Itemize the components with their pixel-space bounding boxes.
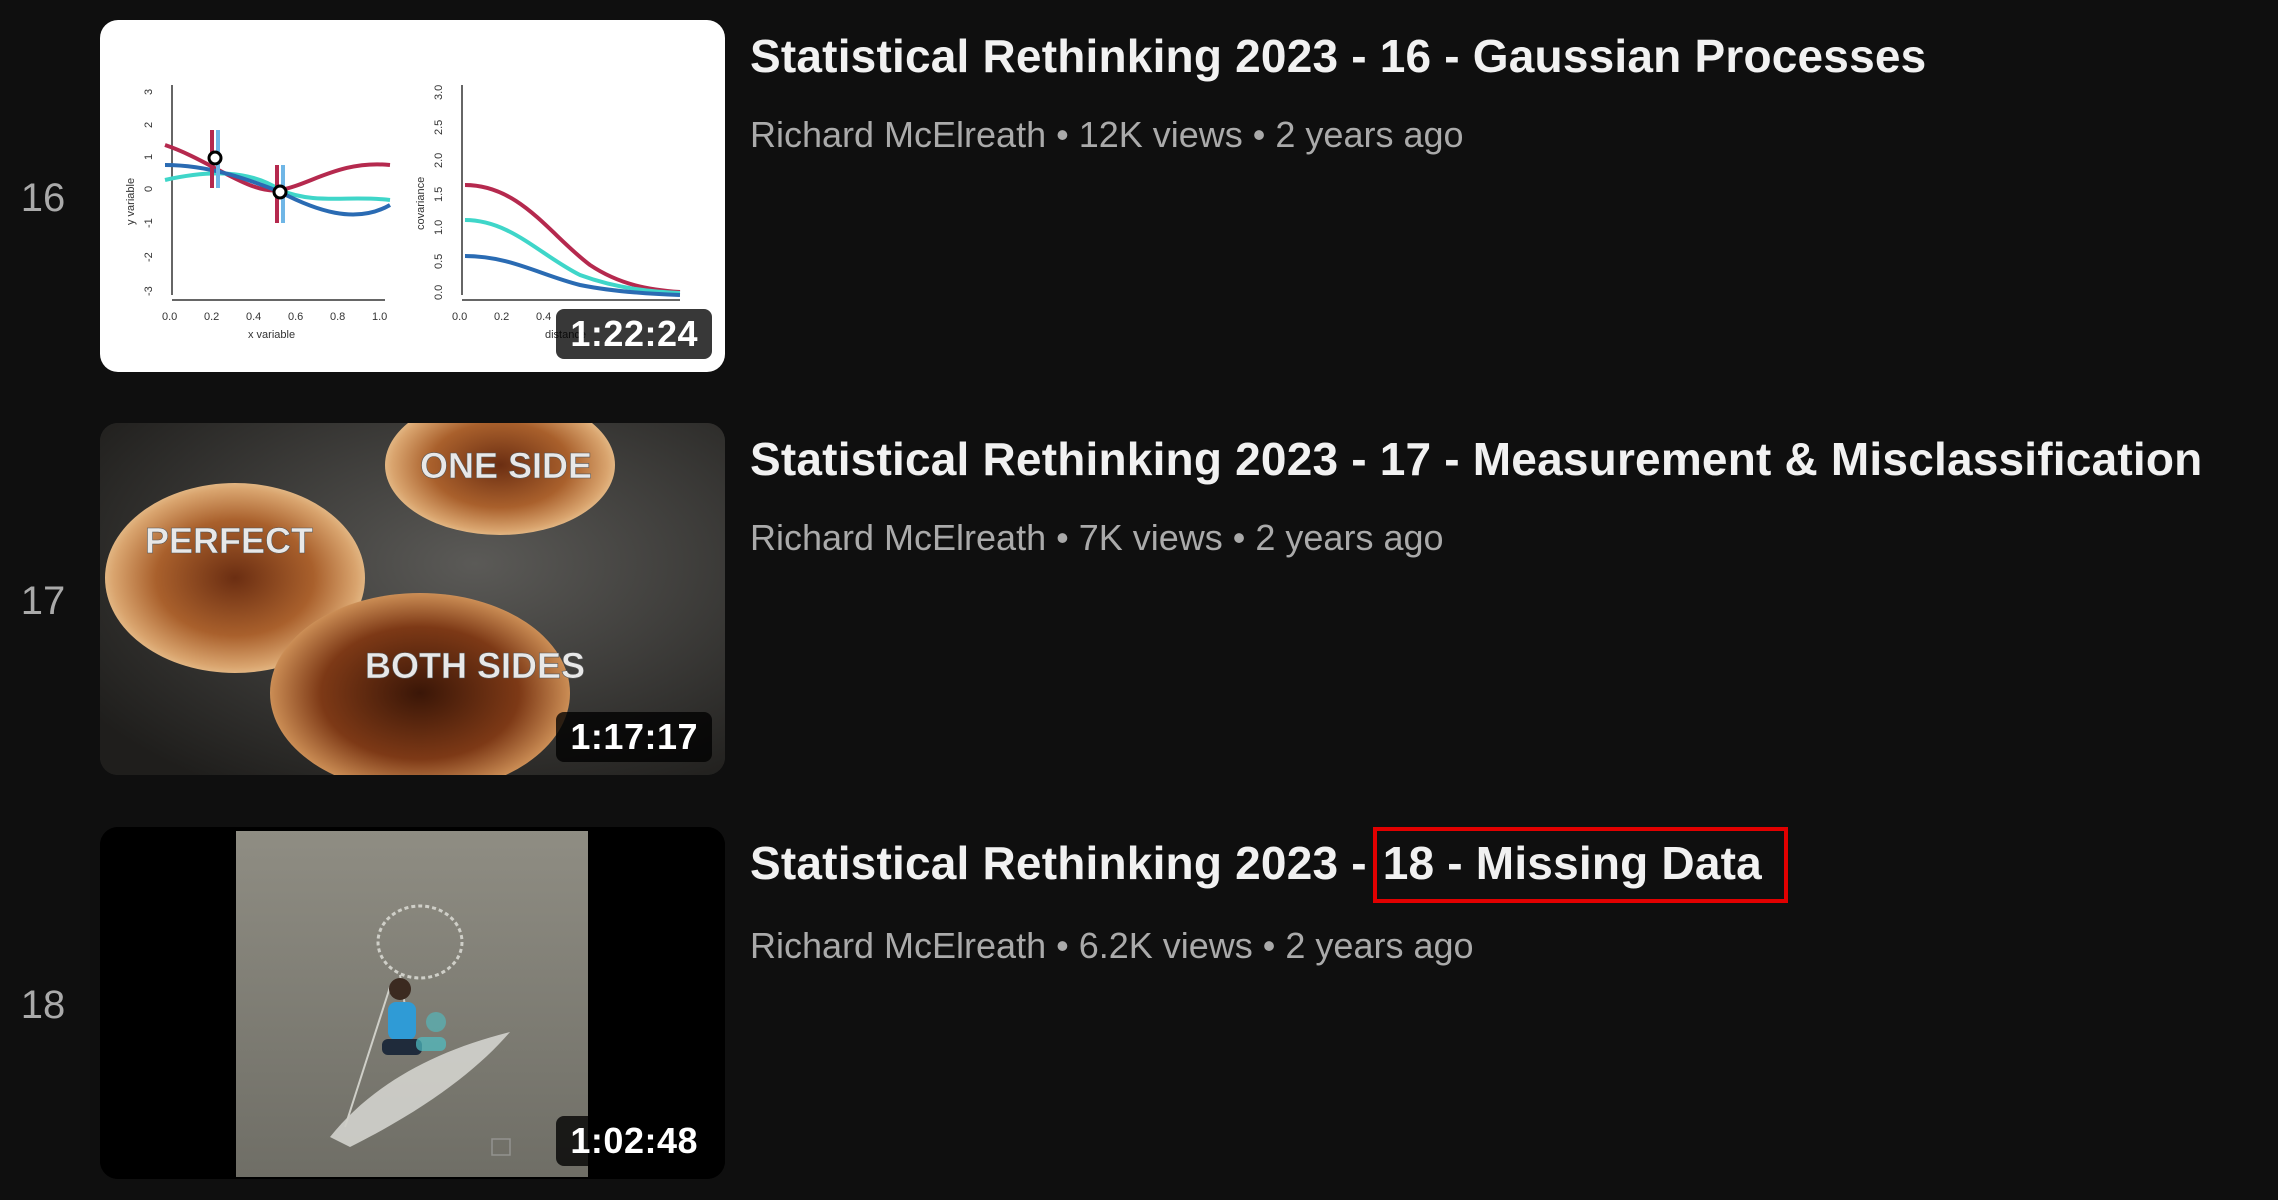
svg-text:0.0: 0.0 (452, 311, 467, 323)
svg-text:2.0: 2.0 (433, 153, 445, 168)
video-title[interactable]: Statistical Rethinking 2023 - 16 - Gauss… (750, 26, 2258, 86)
duration-badge: 1:22:24 (556, 309, 712, 359)
video-meta: Richard McElreath • 6.2K views • 2 years ago (750, 925, 2258, 967)
separator: • (1252, 114, 1266, 155)
separator: • (1232, 517, 1246, 558)
separator: • (1056, 114, 1069, 155)
svg-text:3: 3 (143, 89, 155, 95)
video-info: Statistical Rethinking 2023 - 16 - Gauss… (750, 26, 2258, 156)
svg-text:0.2: 0.2 (494, 311, 509, 323)
separator: • (1056, 517, 1069, 558)
svg-text:covariance: covariance (415, 177, 427, 230)
duration-badge: 1:02:48 (556, 1116, 712, 1166)
label-one-side: ONE SIDE (420, 445, 592, 486)
video-title[interactable]: Statistical Rethinking 2023 -18 - Missin… (750, 827, 2258, 903)
channel-name[interactable]: Richard McElreath (750, 114, 1046, 155)
svg-text:0.2: 0.2 (204, 311, 219, 323)
video-title-prefix: Statistical Rethinking 2023 - (750, 837, 1367, 889)
view-count: 6.2K views (1078, 925, 1253, 966)
playlist-item[interactable]: 16 3 2 1 0 -1 -2 -3 0.0 0.2 0.4 0.6 0.8 … (0, 20, 2278, 376)
svg-text:3.0: 3.0 (433, 85, 445, 100)
svg-text:2.5: 2.5 (433, 120, 445, 135)
video-thumbnail[interactable]: 3 2 1 0 -1 -2 -3 0.0 0.2 0.4 0.6 0.8 1.0… (100, 20, 725, 372)
highlighted-title-segment: 18 - Missing Data (1372, 827, 1788, 903)
video-thumbnail[interactable]: ONE SIDE PERFECT BOTH SIDES 1:17:17 (100, 423, 725, 775)
svg-text:0.0: 0.0 (162, 311, 177, 323)
svg-text:-2: -2 (143, 252, 155, 262)
svg-text:0.4: 0.4 (536, 311, 551, 323)
video-meta: Richard McElreath • 12K views • 2 years ago (750, 114, 2258, 156)
view-count: 12K views (1078, 114, 1243, 155)
svg-text:2: 2 (143, 122, 155, 128)
svg-text:1.0: 1.0 (433, 220, 445, 235)
video-index: 17 (20, 578, 66, 623)
playlist-item[interactable]: 18 1:02:48 Statistical Rethinking 2023 -… (0, 827, 2278, 1183)
upload-age: 2 years ago (1285, 925, 1474, 966)
svg-text:0.8: 0.8 (330, 311, 345, 323)
svg-text:-3: -3 (143, 286, 155, 296)
label-both-sides: BOTH SIDES (365, 645, 585, 686)
svg-text:0: 0 (143, 186, 155, 192)
svg-text:0.5: 0.5 (433, 254, 445, 269)
video-index: 18 (20, 982, 66, 1027)
separator: • (1056, 925, 1069, 966)
video-thumbnail[interactable]: 1:02:48 (100, 827, 725, 1179)
channel-name[interactable]: Richard McElreath (750, 517, 1046, 558)
video-title[interactable]: Statistical Rethinking 2023 - 17 - Measu… (750, 429, 2258, 489)
upload-age: 2 years ago (1275, 114, 1464, 155)
svg-text:1.5: 1.5 (433, 187, 445, 202)
label-perfect: PERFECT (145, 520, 313, 561)
duration-badge: 1:17:17 (556, 712, 712, 762)
svg-text:0.6: 0.6 (288, 311, 303, 323)
playlist-item[interactable]: 17 ONE SIDE PERFECT BOTH SIDES 1:17:17 S… (0, 423, 2278, 779)
view-count: 7K views (1078, 517, 1223, 558)
video-index: 16 (20, 175, 66, 220)
svg-text:x variable: x variable (248, 329, 295, 341)
video-meta: Richard McElreath • 7K views • 2 years ago (750, 517, 2258, 559)
svg-text:0.4: 0.4 (246, 311, 261, 323)
svg-text:1: 1 (143, 154, 155, 160)
svg-text:-1: -1 (143, 218, 155, 228)
svg-text:0.0: 0.0 (433, 285, 445, 300)
upload-age: 2 years ago (1255, 517, 1444, 558)
svg-text:1.0: 1.0 (372, 311, 387, 323)
video-info: Statistical Rethinking 2023 - 17 - Measu… (750, 429, 2258, 559)
channel-name[interactable]: Richard McElreath (750, 925, 1046, 966)
svg-text:y variable: y variable (125, 178, 137, 225)
video-info: Statistical Rethinking 2023 -18 - Missin… (750, 827, 2258, 967)
separator: • (1262, 925, 1276, 966)
